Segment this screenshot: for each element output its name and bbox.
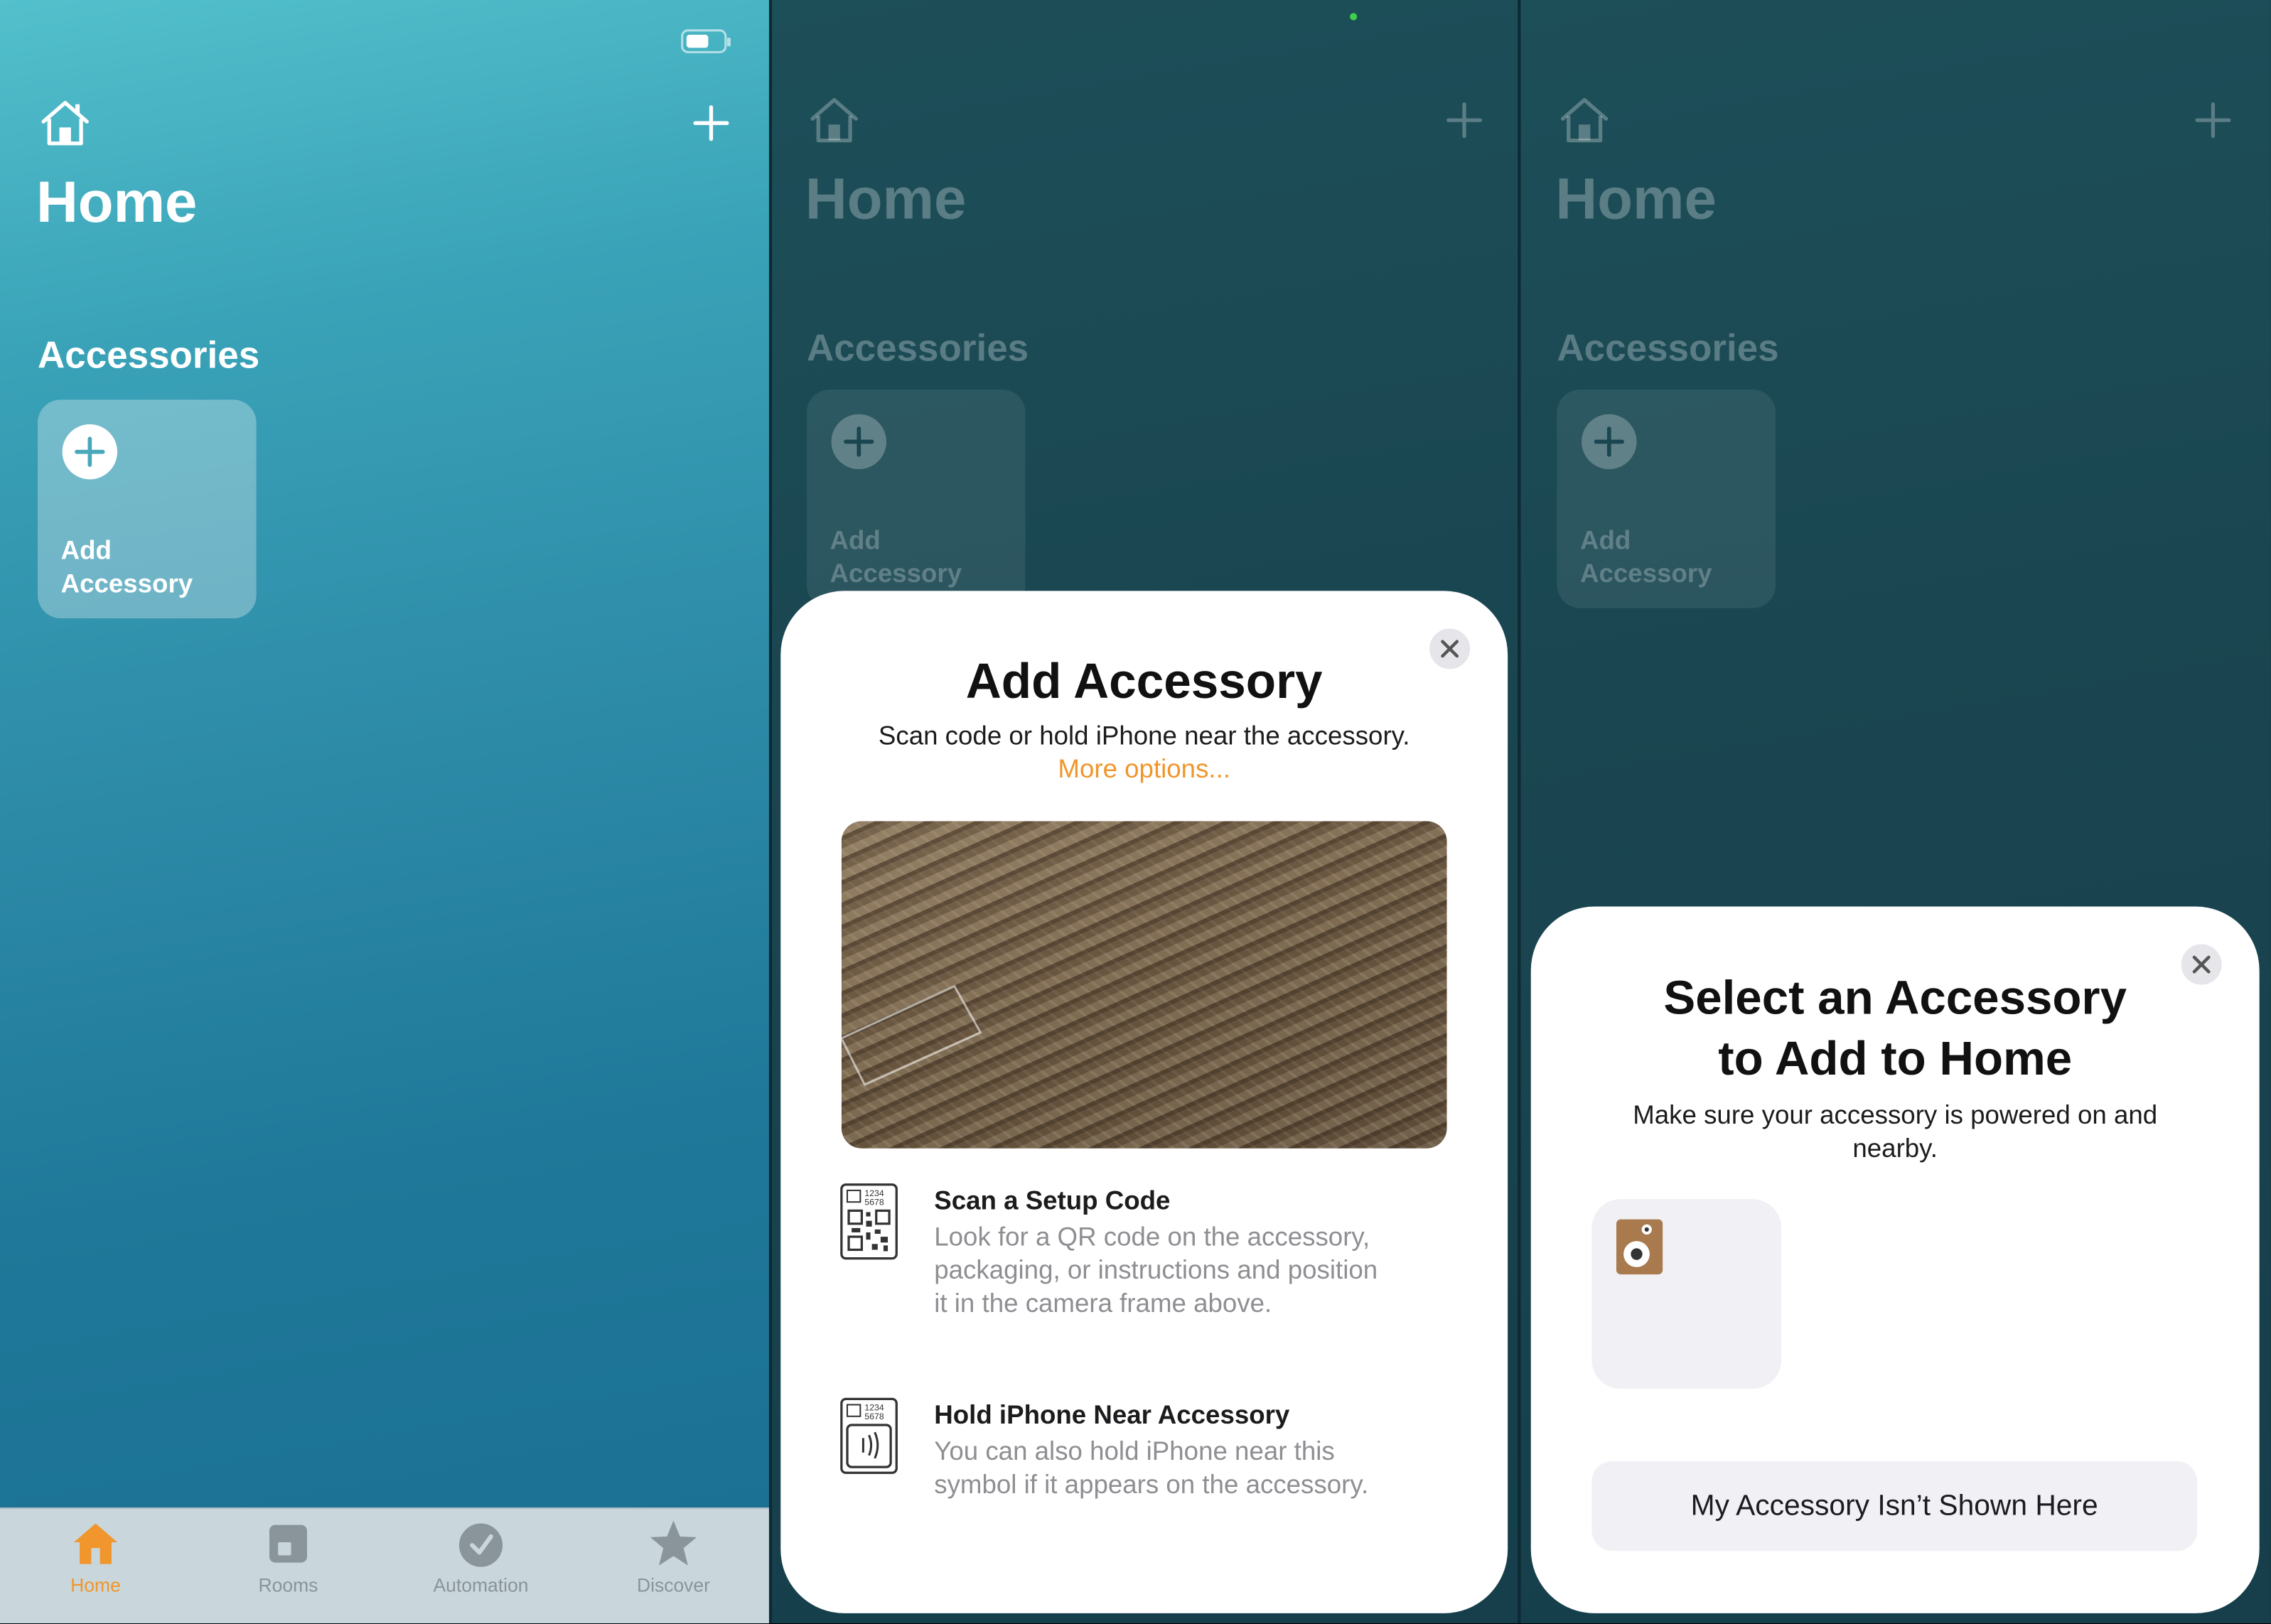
plus-circle-icon <box>62 424 118 480</box>
add-accessory-sheet: Add Accessory Scan code or hold iPhone n… <box>780 591 1508 1613</box>
page-title: Home <box>1555 168 1717 232</box>
accessory-card[interactable] <box>1591 1199 1782 1389</box>
section-title-accessories: Accessories <box>806 326 1029 370</box>
tab-bar: Home Rooms Automation Discover <box>0 1507 769 1624</box>
tab-automation[interactable]: Automation <box>385 1509 576 1623</box>
camera-indicator-dot <box>1350 13 1358 21</box>
section-title-accessories: Accessories <box>37 333 260 377</box>
sheet-subtitle: Make sure your accessory is powered on a… <box>1633 1100 2158 1163</box>
select-accessory-screen: Home Accessories Add Accessory Select an… <box>1520 0 2271 1624</box>
add-plus-icon[interactable] <box>692 104 730 142</box>
tab-home-label: Home <box>70 1574 121 1596</box>
add-plus-icon <box>2195 102 2231 139</box>
sheet-title-line1: Select an Accessory <box>1663 970 2127 1024</box>
tab-rooms-label: Rooms <box>258 1574 318 1596</box>
section-title-accessories: Accessories <box>1557 326 1779 370</box>
home-nav-icon[interactable] <box>39 99 91 148</box>
accessory-not-shown-button[interactable]: My Accessory Isn’t Shown Here <box>1591 1461 2198 1552</box>
home-nav-icon <box>810 97 858 143</box>
select-accessory-sheet: Select an Accessory to Add to Home Make … <box>1530 906 2260 1613</box>
home-screen: Home Accessories Add Accessory Home Room… <box>0 0 769 1624</box>
star-icon <box>650 1520 697 1566</box>
add-accessory-screen: Home Accessories Add Accessory Add Acces… <box>772 0 1518 1624</box>
tab-discover-label: Discover <box>636 1574 710 1596</box>
speaker-icon <box>1616 1219 1663 1275</box>
add-accessory-tile: Add Accessory <box>806 389 1026 608</box>
scan-frame-overlay <box>841 984 982 1087</box>
add-accessory-tile: Add Accessory <box>1557 389 1776 608</box>
option-desc-scan: Look for a QR code on the accessory, pac… <box>934 1222 1378 1318</box>
option-title-scan: Scan a Setup Code <box>934 1185 1171 1215</box>
add-accessory-tile[interactable]: Add Accessory <box>37 399 257 619</box>
sheet-subtitle: Scan code or hold iPhone near the access… <box>878 721 1410 751</box>
page-title: Home <box>805 168 967 232</box>
tab-discover[interactable]: Discover <box>578 1509 769 1623</box>
add-accessory-label: Add Accessory <box>830 525 962 588</box>
sheet-title-line2: to Add to Home <box>1718 1031 2073 1085</box>
add-accessory-label: Add Accessory <box>1580 525 1712 588</box>
more-options-link[interactable]: More options... <box>780 755 1508 785</box>
nfc-tag-icon: 1234 5678 <box>840 1397 898 1474</box>
camera-viewfinder <box>841 821 1447 1149</box>
svg-text:5678: 5678 <box>864 1411 884 1421</box>
option-title-nfc: Hold iPhone Near Accessory <box>934 1400 1290 1430</box>
option-desc-nfc: You can also hold iPhone near this symbo… <box>934 1436 1369 1499</box>
battery-icon <box>681 29 731 53</box>
tab-home[interactable]: Home <box>0 1509 191 1623</box>
svg-text:5678: 5678 <box>864 1197 884 1207</box>
house-fill-icon <box>73 1523 118 1564</box>
tab-automation-label: Automation <box>433 1574 529 1596</box>
tab-rooms[interactable]: Rooms <box>193 1509 384 1623</box>
qr-setup-code-icon: 1234 5678 <box>840 1183 898 1260</box>
add-plus-icon <box>1446 102 1483 139</box>
rooms-icon <box>269 1524 307 1563</box>
plus-circle-icon <box>831 414 887 470</box>
home-nav-icon <box>1560 97 1609 143</box>
page-title: Home <box>36 171 198 235</box>
plus-circle-icon <box>1582 414 1637 470</box>
add-accessory-label: Add Accessory <box>60 535 193 598</box>
sheet-title: Add Accessory <box>965 654 1323 710</box>
clock-check-icon <box>458 1523 503 1567</box>
